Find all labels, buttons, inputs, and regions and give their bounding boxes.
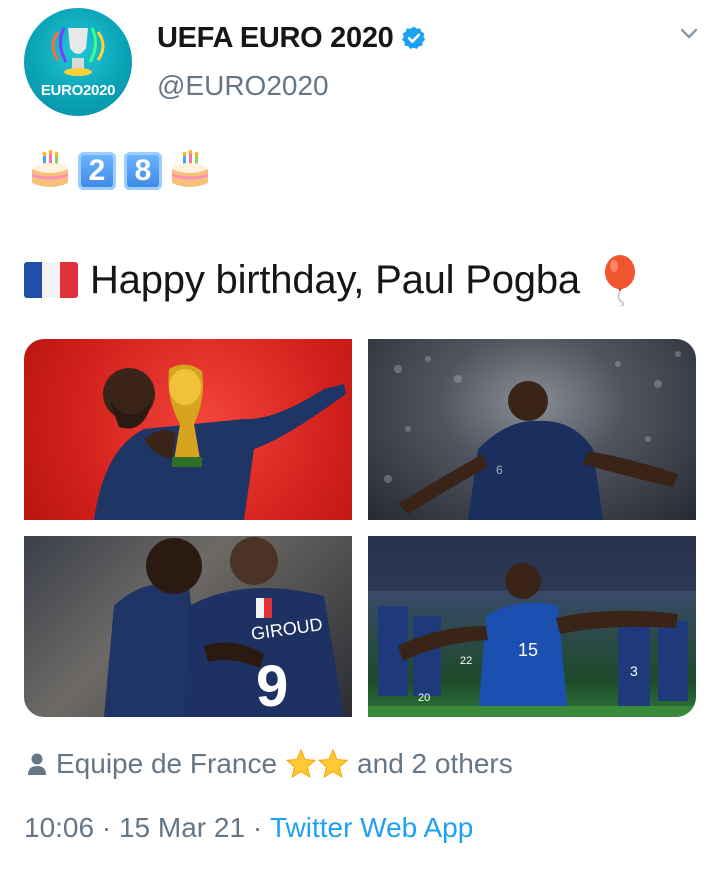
chevron-down-icon[interactable] [678, 22, 700, 44]
meta-separator: · [245, 812, 270, 843]
tweet-time[interactable]: 10:06 [24, 812, 94, 844]
tweet-date[interactable]: 15 Mar 21 [119, 812, 245, 844]
balloon-icon [604, 255, 635, 306]
france-flag-icon [24, 262, 78, 298]
svg-text:3: 3 [630, 663, 638, 679]
keycap-digit: 2 [78, 152, 116, 190]
star-badges [285, 748, 349, 780]
keycap-digit: 8 [124, 152, 162, 190]
svg-text:15: 15 [518, 640, 538, 660]
tweet-source-link[interactable]: Twitter Web App [270, 812, 473, 844]
liked-by-name[interactable]: Equipe de France [56, 748, 277, 780]
euro-trophy-logo-icon [51, 27, 105, 76]
avatar[interactable]: EURO2020 [24, 8, 132, 116]
display-name[interactable]: UEFA EURO 2020 [157, 22, 394, 55]
meta-separator: · [94, 812, 119, 843]
liked-by-row[interactable]: Equipe de France and 2 others [26, 744, 513, 784]
svg-text:22: 22 [460, 655, 472, 667]
avatar-logo-text: EURO2020 [40, 82, 116, 99]
media-grid[interactable]: 6 GIROUD 9 15 3 22 20 [24, 339, 696, 717]
photo-celebration-arms-wide[interactable]: 6 [368, 339, 696, 520]
emoji-line: 2 8 [28, 148, 212, 194]
birthday-cake-icon [31, 150, 69, 187]
person-icon [28, 753, 46, 775]
user-handle[interactable]: @EURO2020 [157, 70, 329, 102]
photo-team-celebration[interactable]: 15 3 22 20 [368, 536, 696, 717]
tweet-meta: 10:06 · 15 Mar 21 · Twitter Web App [24, 808, 473, 848]
birthday-cake-icon [171, 150, 209, 187]
star-icon [317, 748, 349, 779]
photo-embrace-giroud[interactable]: GIROUD 9 [24, 536, 352, 717]
svg-text:20: 20 [418, 692, 430, 704]
svg-text:6: 6 [496, 463, 503, 477]
star-icon [285, 748, 317, 779]
tweet-text: Happy birthday, Paul Pogba [90, 257, 580, 302]
photo-world-cup-trophy[interactable] [24, 339, 352, 520]
tweet-headline: Happy birthday, Paul Pogba [24, 252, 640, 308]
tweet-header: EURO2020 UEFA EURO 2020 @EURO2020 [24, 8, 704, 118]
verified-badge-icon [402, 26, 426, 50]
others-text[interactable]: and 2 others [357, 748, 513, 780]
name-row: UEFA EURO 2020 [157, 18, 427, 58]
